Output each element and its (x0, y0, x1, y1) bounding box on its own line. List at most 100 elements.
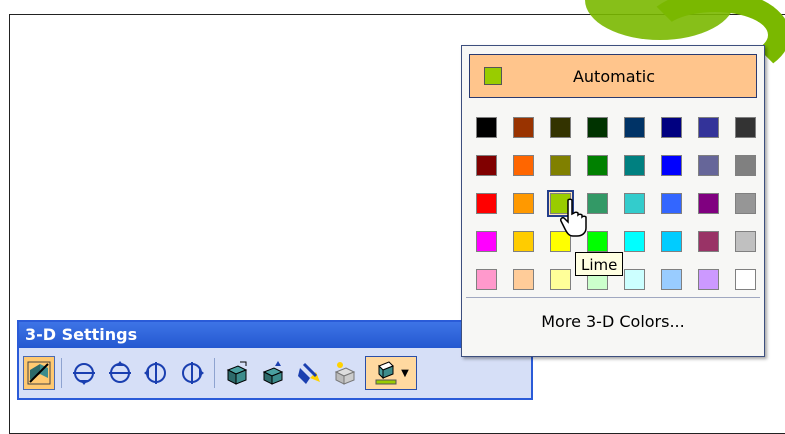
color-swatch[interactable] (473, 228, 500, 255)
color-swatch-fill (476, 193, 497, 214)
color-swatch[interactable] (621, 190, 648, 217)
color-swatch-fill (550, 269, 571, 290)
tilt-down-icon (73, 363, 95, 385)
color-swatch-fill (513, 231, 534, 252)
color-swatch[interactable] (695, 190, 722, 217)
toolbar-separator (214, 358, 215, 388)
3d-on-off-button[interactable] (23, 356, 55, 390)
color-swatch[interactable] (510, 190, 537, 217)
color-swatch[interactable] (473, 266, 500, 293)
hand-cursor-icon (560, 198, 587, 237)
color-swatch-fill (624, 117, 645, 138)
color-swatch-fill (513, 117, 534, 138)
color-swatch[interactable] (621, 228, 648, 255)
color-swatch[interactable] (584, 152, 611, 179)
color-swatch-fill (513, 269, 534, 290)
surface-icon (334, 362, 356, 385)
color-swatch-fill (735, 269, 756, 290)
3d-settings-toolbar: 3-D Settings ▼ (17, 320, 533, 400)
color-swatch[interactable] (732, 266, 759, 293)
color-swatch[interactable] (695, 114, 722, 141)
color-swatch-fill (513, 155, 534, 176)
color-swatch[interactable] (584, 228, 611, 255)
3d-color-icon (375, 361, 397, 385)
color-swatch-fill (661, 117, 682, 138)
color-swatch-fill (550, 155, 571, 176)
color-swatch[interactable] (584, 190, 611, 217)
automatic-color-button[interactable]: Automatic (469, 54, 757, 98)
color-swatch[interactable] (658, 190, 685, 217)
toolbar-separator (61, 358, 62, 388)
tilt-left-button[interactable] (140, 356, 172, 390)
color-swatch[interactable] (473, 190, 500, 217)
color-swatch[interactable] (658, 266, 685, 293)
depth-icon (226, 361, 248, 385)
color-swatch-fill (476, 155, 497, 176)
3d-color-button[interactable]: ▼ (365, 356, 417, 390)
color-swatch-fill (698, 231, 719, 252)
chevron-down-icon: ▼ (401, 367, 409, 379)
color-swatch[interactable] (473, 152, 500, 179)
tilt-right-button[interactable] (176, 356, 208, 390)
color-swatch[interactable] (584, 114, 611, 141)
color-swatch-fill (735, 117, 756, 138)
color-swatch[interactable] (547, 152, 574, 179)
color-swatch[interactable] (695, 266, 722, 293)
tilt-down-button[interactable] (68, 356, 100, 390)
color-swatch-fill (476, 231, 497, 252)
color-swatch-fill (698, 117, 719, 138)
color-swatch-fill (587, 231, 608, 252)
color-swatch[interactable] (547, 266, 574, 293)
more-colors-button[interactable]: More 3-D Colors... (462, 312, 764, 331)
color-swatch[interactable] (473, 114, 500, 141)
color-swatch[interactable] (547, 114, 574, 141)
color-swatch[interactable] (732, 152, 759, 179)
color-swatch[interactable] (510, 228, 537, 255)
color-swatch[interactable] (732, 228, 759, 255)
surface-button[interactable] (329, 356, 361, 390)
color-swatch-fill (624, 155, 645, 176)
direction-button[interactable] (257, 356, 289, 390)
color-swatch[interactable] (732, 114, 759, 141)
more-colors-label: More 3-D Colors... (541, 312, 685, 331)
color-swatch-fill (735, 155, 756, 176)
color-swatch-fill (513, 193, 534, 214)
color-swatch-fill (587, 155, 608, 176)
automatic-label: Automatic (572, 66, 656, 86)
color-swatch-fill (698, 193, 719, 214)
3d-on-off-icon (27, 361, 51, 385)
color-swatch-fill (624, 193, 645, 214)
color-swatch-fill (624, 269, 645, 290)
lighting-icon (298, 362, 320, 384)
toolbar-title[interactable]: 3-D Settings (19, 322, 531, 348)
depth-button[interactable] (221, 356, 253, 390)
toolbar-buttons: ▼ (23, 352, 417, 394)
color-swatch[interactable] (695, 228, 722, 255)
color-swatch[interactable] (510, 114, 537, 141)
color-swatch[interactable] (695, 152, 722, 179)
tilt-up-button[interactable] (104, 356, 136, 390)
color-swatch[interactable] (658, 114, 685, 141)
popup-divider (466, 297, 760, 298)
color-swatch[interactable] (621, 266, 648, 293)
color-swatch[interactable] (658, 228, 685, 255)
color-swatch-fill (550, 117, 571, 138)
automatic-color-swatch (484, 67, 502, 85)
color-swatch-fill (661, 193, 682, 214)
lighting-button[interactable] (293, 356, 325, 390)
direction-icon (262, 361, 284, 385)
tilt-up-icon (109, 361, 131, 383)
color-swatch-fill (735, 231, 756, 252)
color-swatch-fill (661, 155, 682, 176)
color-swatch[interactable] (732, 190, 759, 217)
color-swatch[interactable] (510, 152, 537, 179)
color-swatch-fill (661, 269, 682, 290)
color-swatch[interactable] (621, 152, 648, 179)
color-swatch[interactable] (621, 114, 648, 141)
color-swatch-fill (661, 231, 682, 252)
color-swatch-fill (735, 193, 756, 214)
color-swatch-fill (476, 117, 497, 138)
color-swatch[interactable] (510, 266, 537, 293)
color-swatch[interactable] (658, 152, 685, 179)
tilt-left-icon (144, 362, 166, 384)
